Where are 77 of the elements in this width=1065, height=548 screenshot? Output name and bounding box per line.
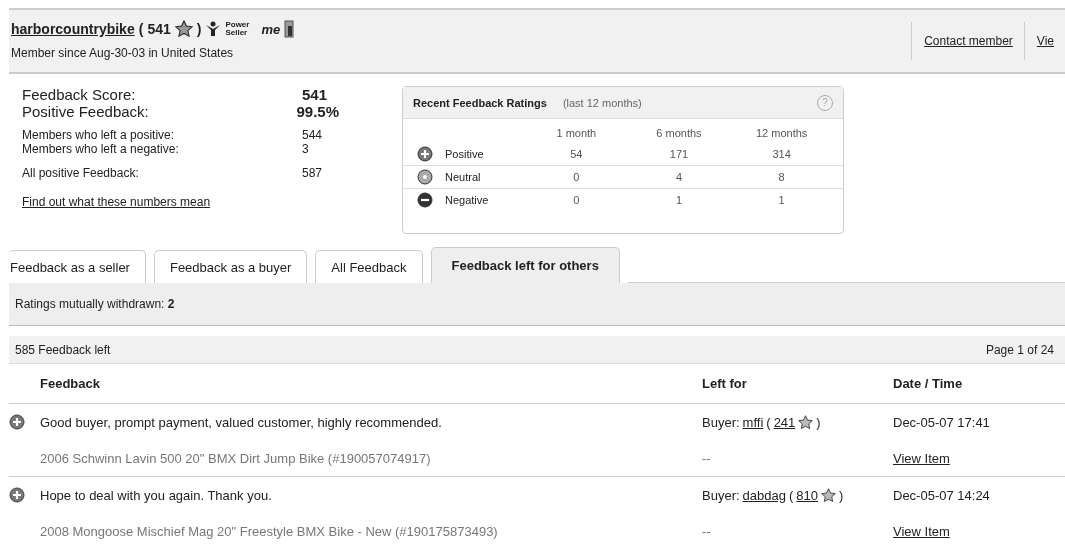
positive-rating-icon <box>9 487 25 503</box>
stat-label: Members who left a negative: <box>22 142 180 156</box>
paren-text: ( <box>788 487 794 503</box>
stat-label: Feedback Score: <box>22 86 137 103</box>
paren-text: ( <box>766 414 771 430</box>
person-icon <box>205 21 222 37</box>
member-name-link[interactable]: harborcountrybike <box>11 21 135 37</box>
rating-count: 1 <box>777 194 786 206</box>
rating-count: 171 <box>668 148 690 160</box>
rating-count: 0 <box>572 194 581 206</box>
star-icon <box>821 487 836 503</box>
column-header: 12 months <box>754 127 809 139</box>
item-title: 2008 Mongoose Mischief Mag 20" Freestyle BMX Bike - New (#190175873493) <box>40 523 499 539</box>
view-item-link[interactable]: View Item <box>893 523 1065 539</box>
stat-label: Members who left a positive: <box>22 128 176 142</box>
negative-rating-icon <box>417 192 433 208</box>
feedback-comment: Hope to deal with you again. Thank you. <box>40 487 273 503</box>
column-header: 1 month <box>555 127 598 139</box>
column-header: Feedback <box>40 376 101 391</box>
user-score-link[interactable]: 810 <box>796 487 818 503</box>
member-since-text: Member since Aug-30-03 in United States <box>11 46 235 60</box>
star-icon <box>798 414 814 430</box>
stat-value: 544 <box>302 128 323 142</box>
rating-count: 314 <box>771 148 792 160</box>
rating-count: 54 <box>569 148 584 160</box>
stat-label: Positive Feedback: <box>22 103 150 120</box>
rating-label: Positive <box>445 148 485 160</box>
panel-title: Recent Feedback Ratings <box>413 96 547 109</box>
paren-text: ) <box>196 21 202 37</box>
column-header: Left for <box>702 376 748 391</box>
stat-value: 99.5% <box>296 103 339 120</box>
view-item-link[interactable]: View Item <box>893 450 1065 466</box>
tab[interactable]: Feedback as a seller <box>9 250 146 283</box>
me-logo: me <box>261 21 281 37</box>
item-price: -- <box>702 450 712 466</box>
column-header: 6 months <box>655 127 703 139</box>
date-time: Dec-05-07 17:41 <box>893 414 991 430</box>
door-icon <box>284 20 295 38</box>
tab[interactable]: Feedback left for others <box>430 247 620 283</box>
neutral-rating-icon <box>417 169 433 185</box>
rating-count: 0 <box>572 171 581 183</box>
header-link[interactable]: Vie <box>1023 22 1054 60</box>
feedback-count: 585 Feedback left <box>15 342 111 357</box>
page-indicator: Page 1 of 24 <box>985 342 1054 357</box>
role-label: Buyer: <box>702 487 740 503</box>
role-label: Buyer: <box>702 414 740 430</box>
rating-count: 1 <box>674 194 684 206</box>
withdrawn-text: Ratings mutually withdrawn: 2 <box>15 297 175 311</box>
tab[interactable]: Feedback as a buyer <box>153 250 308 283</box>
panel-subtitle: (last 12 months) <box>562 96 642 109</box>
date-time: Dec-05-07 14:24 <box>893 487 991 503</box>
feedback-score: 541 <box>147 21 171 37</box>
paren-text: ) <box>839 487 844 503</box>
user-link[interactable]: mffi <box>742 414 764 430</box>
stat-value: 3 <box>302 142 309 156</box>
user-link[interactable]: dabdag <box>742 487 786 503</box>
paren-text: ) <box>816 414 821 430</box>
header-link[interactable]: Contact member <box>911 22 1013 60</box>
rating-count: 8 <box>777 171 786 183</box>
stat-label: All positive Feedback: <box>22 166 140 180</box>
item-price: -- <box>702 523 712 539</box>
positive-rating-icon <box>9 414 25 430</box>
numbers-info-link[interactable]: Find out what these numbers mean <box>22 195 339 209</box>
tab[interactable]: All Feedback <box>315 250 423 283</box>
rating-label: Neutral <box>445 171 482 183</box>
positive-rating-icon <box>417 146 433 162</box>
item-title: 2006 Schwinn Lavin 500 20" BMX Dirt Jump Bike (#190057074917) <box>40 450 432 466</box>
paren-text: ( <box>138 21 144 37</box>
stat-value: 587 <box>302 166 323 180</box>
star-icon <box>174 20 193 38</box>
feedback-comment: Good buyer, prompt payment, valued customer, highly recommended. <box>40 414 443 430</box>
stat-value: 541 <box>302 86 328 103</box>
rating-count: 4 <box>674 171 684 183</box>
column-header: Date / Time <box>893 376 964 391</box>
user-score-link[interactable]: 241 <box>773 414 796 430</box>
power-seller-label: Power Seller <box>225 21 251 37</box>
rating-label: Negative <box>445 194 490 206</box>
